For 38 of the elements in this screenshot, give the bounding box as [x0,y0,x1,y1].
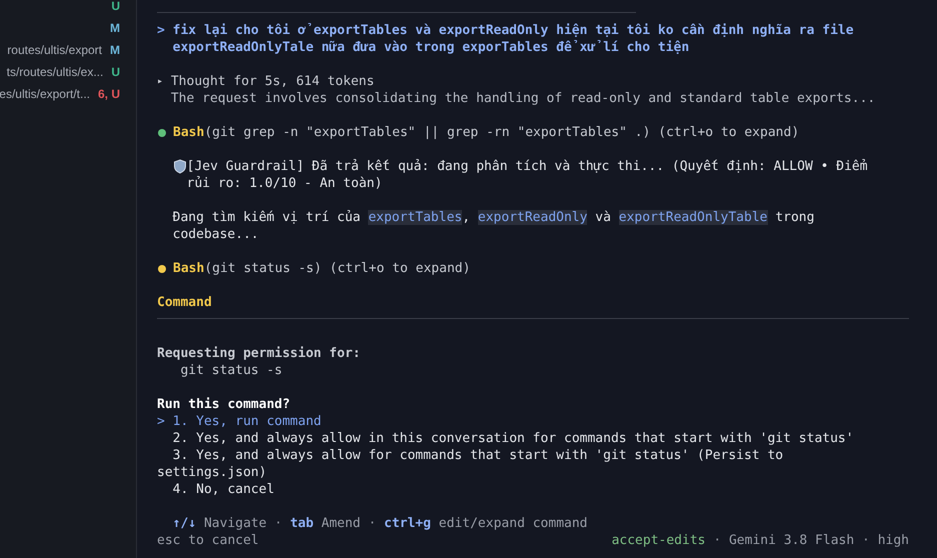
option-item[interactable]: 2. Yes, and always allow in this conversation for commands that start with 'git status' [157,430,892,447]
assistant-message: Đang tìm kiếm vị trí của exportTables, exportReadOnly và exportReadOnlyTable trong codebase... [172,209,816,243]
cancel-hint: esc to cancel [157,532,259,549]
git-status: M [110,20,120,37]
key-hint: ↑/↓ Navigate [172,515,267,532]
key-hint: tab Amend [290,515,361,532]
guardrail-message: [Jev Guardrail] Đã trả kết quả: đang phân tích và thực thi... (Quyết định: ALLOW • Điểm rủi ro: 1.0/10 - An toàn) [186,158,869,192]
effort-level: high [878,532,909,549]
thought-title[interactable]: Thought for 5s, 614 tokens [170,73,876,90]
separator-dot: · [273,515,284,532]
prompt-text: fix lại cho tôi ở exportTables và exportReadOnly hiện tại tôi ko cần định nghĩa ra file [172,22,854,39]
model-name: Gemini 3.8 Flash [728,532,854,549]
file-path[interactable]: routes/ultis/export [7,41,102,59]
git-status: 6, U [98,86,120,103]
git-status: M [110,42,120,59]
mode-indicator: accept-edits [612,532,706,549]
file-path[interactable]: es/ultis/export/t... [0,85,90,103]
file-path[interactable]: ts/routes/ultis/ex... [6,63,104,81]
dialog-title: Command [157,294,213,311]
prompt-marker: > [157,22,165,40]
separator-dot: · [367,515,378,532]
question-text: Run this command? [157,396,292,413]
separator-dot: · [712,532,722,549]
shield-icon [172,159,187,174]
key-hint: ctrl+g edit/expand command [384,515,588,532]
command-text: git status -s [179,362,284,379]
option-item[interactable]: > 1. Yes, run command [157,413,892,430]
option-item[interactable]: 4. No, cancel [157,481,892,498]
expand-marker[interactable]: ▸ [157,73,164,107]
separator-dot: · [861,532,871,549]
request-label: Requesting permission for: [157,345,362,362]
git-status: U [111,64,120,81]
tool-call[interactable]: Bash(git status -s) (ctrl+o to expand) [173,260,470,277]
tool-call[interactable]: Bash(git grep -n "exportTables" || grep -rn "exportTables" .) (ctrl+o to expand) [173,124,800,141]
git-status: U [111,0,120,15]
prompt-text: exportReadOnlyTale nữa đưa vào trong exporTables để xử lí cho tiện [172,39,690,56]
thought-summary: The request involves consolidating the handling of read-only and standard table exports... [170,90,876,107]
option-item[interactable]: 3. Yes, and always allow for commands that start with 'git status' (Persist to settings.json) [157,447,892,481]
